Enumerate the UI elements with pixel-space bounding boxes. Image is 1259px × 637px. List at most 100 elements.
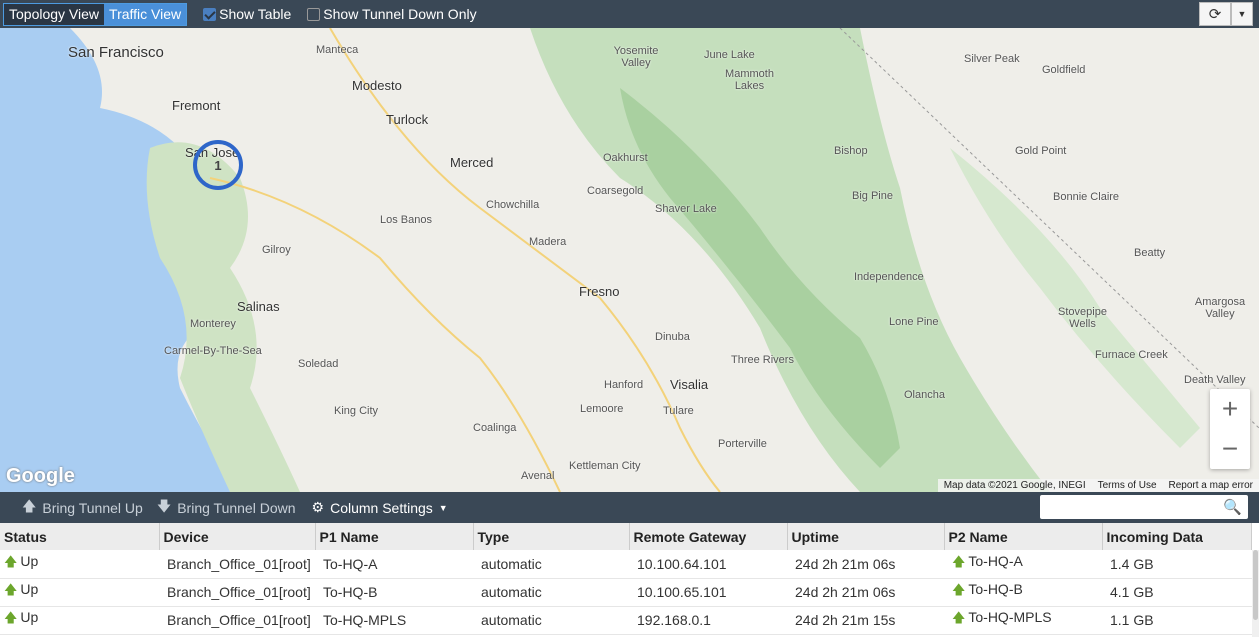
- caret-down-icon: ▼: [438, 502, 448, 513]
- column-settings-button[interactable]: ⚙ Column Settings ▼: [312, 499, 448, 516]
- place-label: Modesto: [352, 78, 402, 93]
- place-label: Avenal: [521, 470, 555, 482]
- tab-traffic-view[interactable]: Traffic View: [104, 3, 187, 25]
- place-label: Salinas: [237, 299, 280, 314]
- show-tunnel-down-label: Show Tunnel Down Only: [323, 6, 477, 22]
- place-label: Manteca: [316, 44, 359, 56]
- cell-device: Branch_Office_01[root]: [159, 578, 315, 607]
- refresh-button[interactable]: ⟳: [1199, 2, 1231, 26]
- cell-text: 24d 2h 21m 06s: [795, 584, 896, 600]
- place-label: Olancha: [904, 389, 945, 401]
- place-label: Bonnie Claire: [1053, 191, 1120, 203]
- top-toolbar: Topology View Traffic View Show Table Sh…: [0, 0, 1259, 28]
- arrow-up-icon: 🡅: [952, 553, 966, 569]
- place-label: Mammoth Lakes: [725, 68, 774, 92]
- arrow-up-icon: 🡅: [22, 497, 37, 514]
- cell-incoming-data: 1.4 GB: [1102, 550, 1252, 579]
- place-label: Death Valley: [1184, 374, 1246, 386]
- table-header: Status Device P1 Name Type Remote Gatewa…: [0, 523, 1252, 550]
- options-dropdown-button[interactable]: ▼: [1231, 2, 1253, 26]
- cell-status: 🡅 Up: [0, 550, 159, 579]
- tab-topology-view[interactable]: Topology View: [4, 3, 105, 25]
- map-attribution: Map data ©2021 Google, INEGI Terms of Us…: [937, 479, 1259, 492]
- cell-device: Branch_Office_01[root]: [159, 606, 315, 635]
- place-label: Goldfield: [1042, 64, 1086, 76]
- show-table-label: Show Table: [219, 6, 292, 22]
- cell-type: automatic: [473, 550, 629, 579]
- cell-uptime: 24d 2h 21m 06s: [787, 578, 944, 607]
- map[interactable]: San Francisco Manteca Modesto Fremont Tu…: [0, 28, 1259, 492]
- place-label: Gold Point: [1015, 145, 1067, 157]
- report-error-link[interactable]: Report a map error: [1163, 479, 1259, 492]
- cell-text: 192.168.0.1: [637, 612, 711, 628]
- cell-remote-gateway: 10.100.65.101: [629, 578, 787, 607]
- place-label: Big Pine: [852, 190, 893, 202]
- place-label: Independence: [854, 271, 924, 283]
- cell-text: To-HQ-MPLS: [968, 609, 1052, 625]
- place-label: Tulare: [663, 405, 694, 417]
- cell-text: To-HQ-B: [968, 581, 1023, 597]
- cell-uptime: 24d 2h 21m 15s: [787, 606, 944, 635]
- table-row[interactable]: 🡅 Up Branch_Office_01[root] To-HQ-MPLS autom…: [0, 606, 1252, 635]
- place-label: Gilroy: [262, 244, 291, 256]
- place-label: Fremont: [172, 98, 221, 113]
- place-label: Lone Pine: [889, 316, 939, 328]
- cell-text: Up: [20, 609, 39, 625]
- cell-remote-gateway: 10.100.64.101: [629, 550, 787, 579]
- chevron-down-icon: ▼: [1237, 9, 1247, 19]
- cell-type: automatic: [473, 578, 629, 607]
- bring-tunnel-down-button[interactable]: 🡇 Bring Tunnel Down: [157, 496, 296, 520]
- arrow-down-icon: 🡇: [156, 497, 172, 514]
- column-settings-label: Column Settings: [330, 499, 433, 516]
- cell-text: Up: [20, 581, 39, 597]
- col-uptime[interactable]: Uptime: [787, 523, 945, 550]
- place-label: Silver Peak: [964, 53, 1020, 65]
- place-label: Beatty: [1134, 247, 1166, 259]
- place-label: Visalia: [670, 377, 709, 392]
- col-remote-gateway[interactable]: Remote Gateway: [629, 523, 788, 550]
- cell-text: Up: [20, 552, 39, 569]
- show-table-checkbox[interactable]: Show Table: [203, 6, 291, 22]
- place-label: Fresno: [579, 284, 620, 299]
- table-row[interactable]: 🡅 Up Branch_Office_01[root] To-HQ-B automati…: [0, 578, 1252, 607]
- col-p2-name[interactable]: P2 Name: [944, 523, 1103, 550]
- bring-tunnel-up-button[interactable]: 🡅 Bring Tunnel Up: [22, 496, 143, 520]
- cell-text: 1.1 GB: [1110, 612, 1154, 628]
- map-cluster-marker[interactable]: 1: [193, 140, 243, 190]
- place-label: Kettleman City: [569, 460, 641, 472]
- cell-uptime: 24d 2h 21m 06s: [787, 550, 944, 579]
- col-type[interactable]: Type: [473, 523, 630, 550]
- zoom-in-button[interactable]: +: [1210, 389, 1250, 429]
- checkbox-unchecked[interactable]: [307, 7, 321, 21]
- place-label: Chowchilla: [486, 199, 540, 211]
- col-p1-name[interactable]: P1 Name: [315, 523, 474, 550]
- gears-icon: ⚙: [311, 499, 325, 515]
- show-tunnel-down-checkbox[interactable]: Show Tunnel Down Only: [307, 6, 477, 22]
- checkbox-checked[interactable]: [203, 7, 217, 21]
- place-label: Stovepipe Wells: [1058, 306, 1107, 330]
- place-label: Yosemite Valley: [613, 45, 659, 69]
- table-row[interactable]: 🡅 Up Branch_Office_01[root] To-HQ-A automati…: [0, 550, 1252, 579]
- zoom-out-button[interactable]: −: [1210, 429, 1250, 469]
- search-input[interactable]: 🔍: [1040, 495, 1248, 519]
- table-scrollbar[interactable]: [1252, 550, 1259, 637]
- col-incoming-data[interactable]: Incoming Data: [1102, 523, 1252, 550]
- bring-down-label: Bring Tunnel Down: [177, 499, 296, 516]
- google-logo: Google: [6, 465, 75, 487]
- place-label: Hanford: [604, 379, 644, 391]
- cell-status: 🡅 Up: [0, 606, 159, 635]
- place-label: Porterville: [718, 438, 767, 450]
- cell-text: 1.4 GB: [1110, 555, 1154, 572]
- place-label: Furnace Creek: [1095, 349, 1168, 361]
- terms-link[interactable]: Terms of Use: [1092, 479, 1163, 492]
- cell-remote-gateway: 192.168.0.1: [629, 606, 787, 635]
- cell-p1-name: To-HQ-A: [315, 550, 473, 579]
- place-label: Soledad: [298, 358, 339, 370]
- col-status[interactable]: Status: [0, 523, 160, 550]
- scrollbar-thumb[interactable]: [1253, 550, 1258, 620]
- col-device[interactable]: Device: [159, 523, 316, 550]
- table-toolbar: 🡅 Bring Tunnel Up 🡇 Bring Tunnel Down ⚙ Col…: [0, 492, 1259, 523]
- cell-text: 4.1 GB: [1110, 584, 1154, 600]
- place-label: Turlock: [386, 112, 429, 127]
- place-label: Bishop: [834, 145, 868, 157]
